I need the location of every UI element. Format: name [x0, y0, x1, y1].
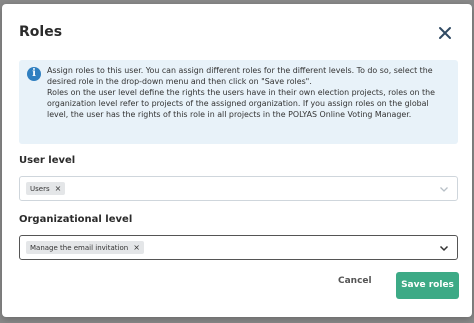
dialog-title: Roles	[19, 24, 63, 40]
user-level-select[interactable]: Users ×	[19, 176, 458, 201]
save-roles-button[interactable]: Save roles	[396, 272, 459, 299]
org-level-label: Organizational level	[19, 214, 133, 225]
chip-remove-icon[interactable]: ×	[55, 184, 62, 193]
chip-remove-icon[interactable]: ×	[133, 243, 140, 252]
cancel-button[interactable]: Cancel	[338, 276, 372, 286]
chip-label: Users	[30, 185, 50, 193]
user-level-chip: Users ×	[26, 182, 66, 195]
roles-dialog: Roles i Assign roles to this user. You c…	[2, 4, 472, 317]
org-level-select[interactable]: Manage the email invitation ×	[19, 235, 458, 260]
info-box: i Assign roles to this user. You can ass…	[19, 60, 458, 144]
chevron-down-icon[interactable]	[439, 184, 449, 194]
org-level-chip: Manage the email invitation ×	[26, 241, 144, 254]
info-text: Assign roles to this user. You can assig…	[47, 66, 451, 121]
chip-label: Manage the email invitation	[30, 244, 129, 252]
close-icon[interactable]	[438, 26, 452, 40]
user-level-label: User level	[19, 155, 76, 166]
info-paragraph-2: Roles on the user level define the right…	[47, 87, 435, 119]
info-paragraph-1: Assign roles to this user. You can assig…	[47, 66, 433, 86]
chevron-down-icon[interactable]	[439, 243, 449, 253]
info-icon: i	[27, 67, 41, 81]
